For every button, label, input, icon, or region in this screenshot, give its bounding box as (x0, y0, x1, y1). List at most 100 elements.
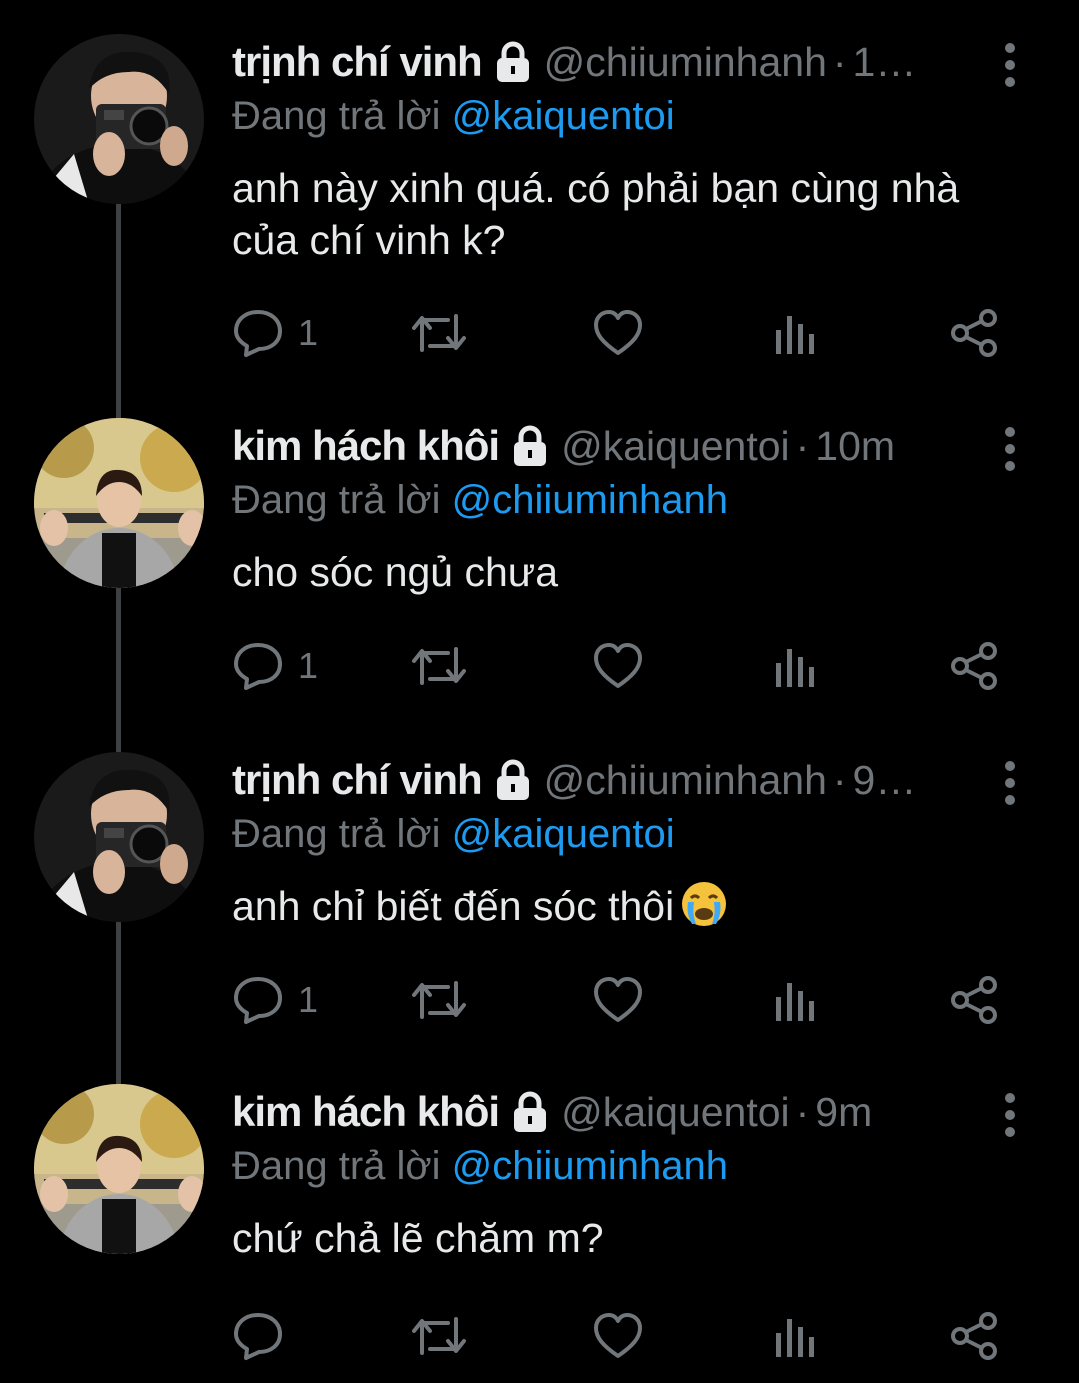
share-button[interactable] (948, 1306, 1000, 1366)
reply-button[interactable] (232, 1306, 298, 1366)
tweet-header: trịnh chí vinh @chiiuminhanh · 1… (232, 32, 916, 92)
reply-icon (234, 643, 282, 690)
replying-to: Đang trả lời @chiiuminhanh (232, 478, 728, 523)
separator-dot: · (795, 422, 810, 469)
retweet-button[interactable] (410, 970, 468, 1030)
share-button[interactable] (948, 303, 1000, 363)
reply-button[interactable]: 1 (232, 970, 318, 1030)
reply-icon (234, 977, 282, 1024)
like-button[interactable] (592, 636, 644, 696)
share-icon (951, 642, 997, 690)
display-name[interactable]: kim hách khôi (232, 422, 500, 470)
share-button[interactable] (948, 636, 1000, 696)
avatar[interactable] (34, 752, 204, 922)
tweet[interactable]: kim hách khôi @kaiquentoi · 9m Đang trả … (0, 1050, 1079, 1383)
user-handle[interactable]: @kaiquentoi (561, 1089, 790, 1136)
tweet-text: anh chỉ biết đến sóc thôi (232, 883, 675, 929)
retweet-button[interactable] (410, 1306, 468, 1366)
views-button[interactable] (772, 970, 818, 1030)
retweet-button[interactable] (410, 636, 468, 696)
retweet-icon (412, 647, 466, 685)
lock-icon (490, 39, 536, 85)
user-handle[interactable]: @kaiquentoi (561, 423, 790, 470)
like-button[interactable] (592, 303, 644, 363)
tweet-text-container: anh chỉ biết đến sóc thôi (232, 880, 1012, 932)
reply-button[interactable]: 1 (232, 303, 318, 363)
display-name[interactable]: trịnh chí vinh (232, 38, 483, 86)
timestamp[interactable]: 10m (815, 423, 895, 470)
user-handle[interactable]: @chiiuminhanh (544, 39, 827, 86)
retweet-button[interactable] (410, 303, 468, 363)
tweet[interactable]: trịnh chí vinh @chiiuminhanh · 9… Đang t… (0, 718, 1079, 1051)
share-button[interactable] (948, 970, 1000, 1030)
replying-to-label: Đang trả lời (232, 812, 452, 856)
lock-icon (490, 757, 536, 803)
avatar[interactable] (34, 34, 204, 204)
replying-to-label: Đang trả lời (232, 478, 452, 522)
display-name[interactable]: kim hách khôi (232, 1088, 500, 1136)
replying-to: Đang trả lời @kaiquentoi (232, 812, 675, 857)
tweet-header: kim hách khôi @kaiquentoi · 9m (232, 1082, 872, 1142)
crying-face-emoji-icon (680, 880, 728, 928)
reply-count: 1 (298, 645, 319, 686)
action-bar: 1 (232, 303, 1012, 363)
timestamp[interactable]: 9… (853, 757, 917, 804)
like-icon (594, 977, 642, 1022)
views-button[interactable] (772, 636, 818, 696)
retweet-icon (412, 981, 466, 1019)
action-bar (232, 1306, 1012, 1366)
separator-dot: · (795, 1088, 810, 1135)
retweet-icon (412, 314, 466, 352)
like-icon (594, 1313, 642, 1358)
tweet-text: anh này xinh quá. có phải bạn cùng nhà c… (232, 165, 960, 263)
action-bar: 1 (232, 636, 1012, 696)
reply-button[interactable]: 1 (232, 636, 318, 696)
timestamp[interactable]: 9m (815, 1089, 872, 1136)
views-button[interactable] (772, 303, 818, 363)
more-icon[interactable] (990, 758, 1030, 808)
tweet-text: chứ chả lẽ chăm m? (232, 1215, 604, 1261)
share-icon (951, 1312, 997, 1360)
mention-link[interactable]: @chiiuminhanh (452, 478, 728, 522)
replying-to: Đang trả lời @kaiquentoi (232, 94, 675, 139)
reply-icon (234, 310, 282, 357)
share-icon (951, 976, 997, 1024)
retweet-icon (412, 1317, 466, 1355)
mention-link[interactable]: @kaiquentoi (452, 812, 675, 856)
display-name[interactable]: trịnh chí vinh (232, 756, 483, 804)
lock-icon (507, 423, 553, 469)
replying-to-label: Đang trả lời (232, 94, 452, 138)
tweet-header: trịnh chí vinh @chiiuminhanh · 9… (232, 750, 916, 810)
more-icon[interactable] (990, 424, 1030, 474)
share-icon (951, 309, 997, 357)
like-icon (594, 643, 642, 688)
mention-link[interactable]: @kaiquentoi (452, 94, 675, 138)
tweet-text: cho sóc ngủ chưa (232, 549, 559, 595)
like-button[interactable] (592, 1306, 644, 1366)
more-icon[interactable] (990, 40, 1030, 90)
views-icon (776, 316, 814, 354)
action-bar: 1 (232, 970, 1012, 1030)
separator-dot: · (832, 38, 847, 85)
tweet[interactable]: kim hách khôi @kaiquentoi · 10m Đang trả… (0, 384, 1079, 717)
tweet-header: kim hách khôi @kaiquentoi · 10m (232, 416, 895, 476)
like-icon (594, 310, 642, 355)
timestamp[interactable]: 1… (853, 39, 917, 86)
reply-count: 1 (298, 312, 319, 353)
avatar[interactable] (34, 418, 204, 588)
avatar[interactable] (34, 1084, 204, 1254)
views-button[interactable] (772, 1306, 818, 1366)
views-icon (776, 649, 814, 687)
user-handle[interactable]: @chiiuminhanh (544, 757, 827, 804)
lock-icon (507, 1089, 553, 1135)
like-button[interactable] (592, 970, 644, 1030)
more-icon[interactable] (990, 1090, 1030, 1140)
views-icon (776, 1319, 814, 1357)
replying-to-label: Đang trả lời (232, 1144, 452, 1188)
views-icon (776, 983, 814, 1021)
mention-link[interactable]: @chiiuminhanh (452, 1144, 728, 1188)
reply-count: 1 (298, 979, 319, 1020)
reply-icon (234, 1313, 282, 1360)
replying-to: Đang trả lời @chiiuminhanh (232, 1144, 728, 1189)
tweet[interactable]: trịnh chí vinh @chiiuminhanh · 1… Đang t… (0, 0, 1079, 357)
